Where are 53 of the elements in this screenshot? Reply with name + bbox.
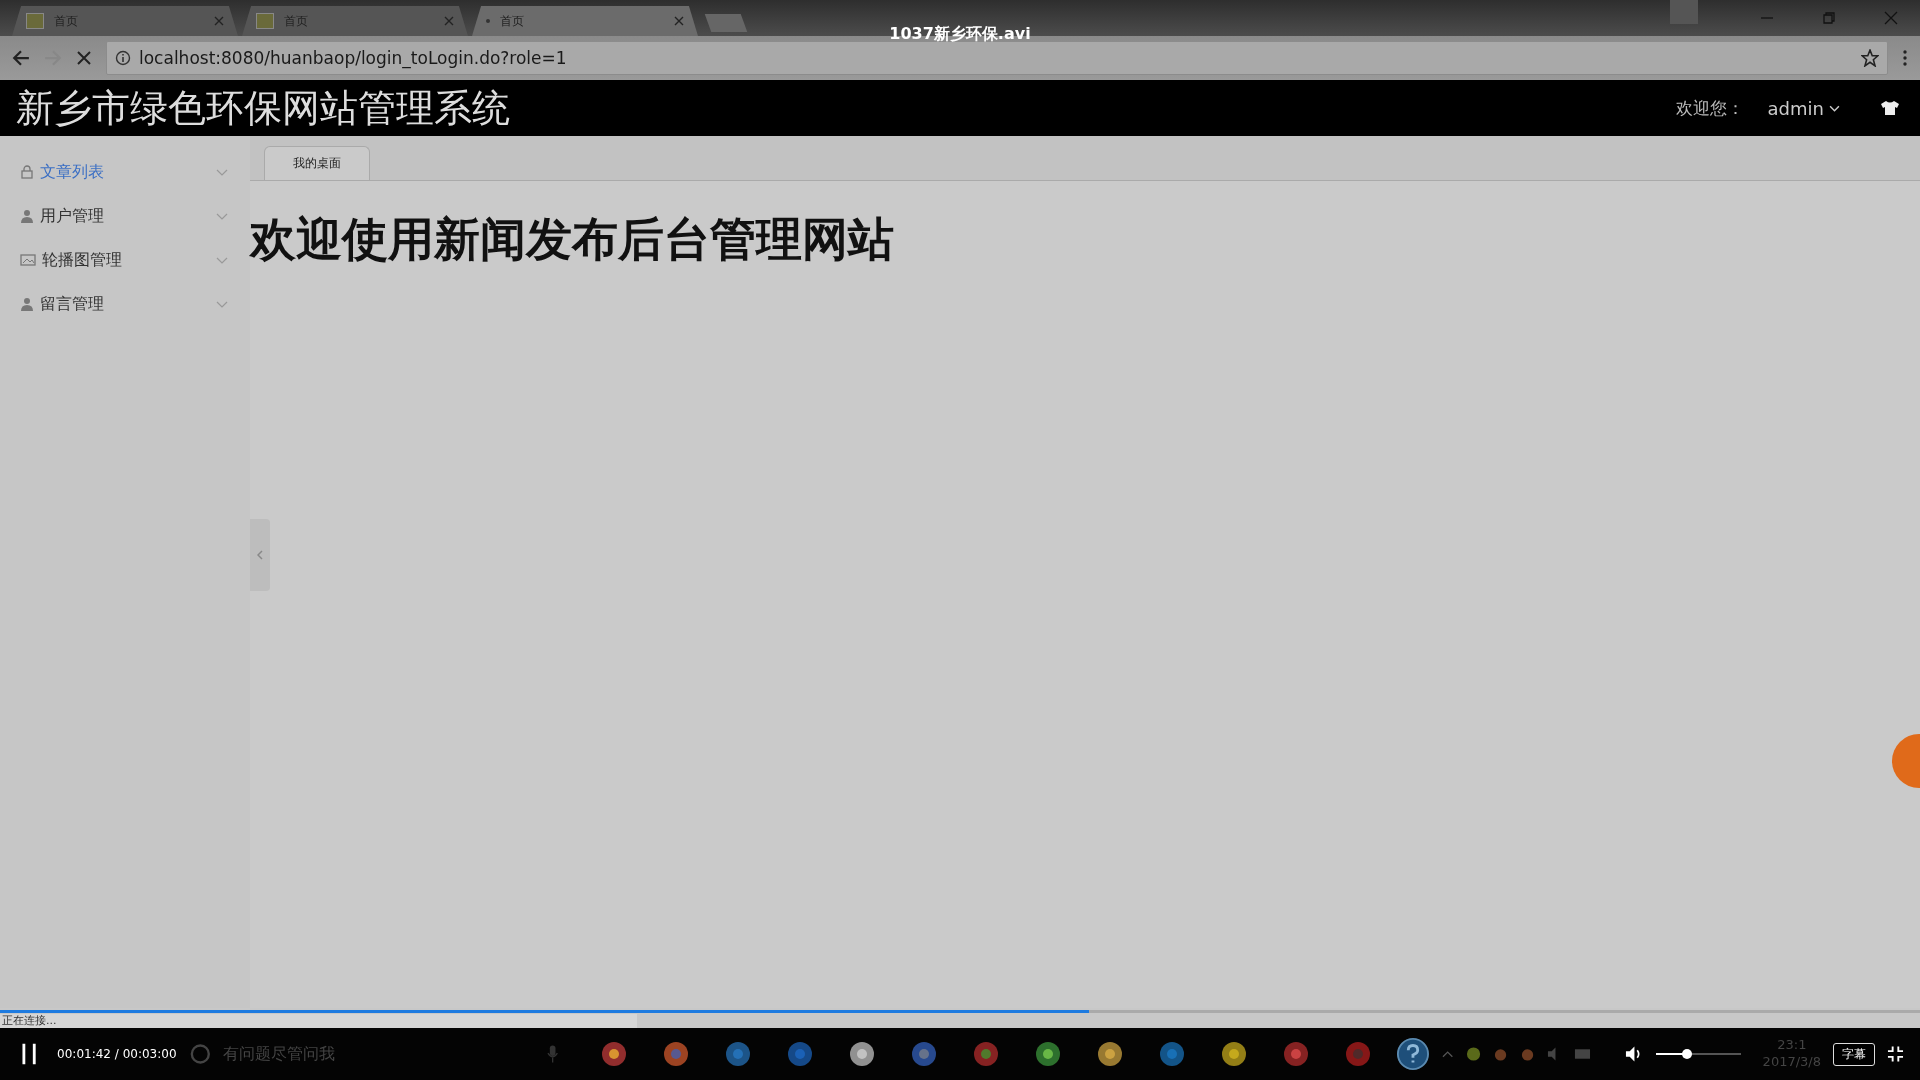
tray-icon[interactable] (1465, 1046, 1481, 1062)
close-icon[interactable] (444, 16, 454, 26)
app-title: 新乡市绿色环保网站管理系统 (16, 84, 510, 132)
close-icon[interactable] (214, 16, 224, 26)
user-icon (20, 297, 34, 311)
star-icon[interactable] (1861, 49, 1879, 67)
page-icon (256, 13, 274, 29)
sidebar-item[interactable]: 用户管理 (0, 194, 250, 238)
sidebar-label: 轮播图管理 (42, 249, 122, 271)
page-icon (26, 13, 44, 29)
chevron-down-icon (216, 256, 228, 264)
clock-date: 2017/3/8 (1762, 1054, 1821, 1071)
user-icon (20, 209, 34, 223)
tray-icon[interactable] (1519, 1046, 1535, 1062)
menu-icon[interactable] (1902, 49, 1908, 67)
lock-icon (20, 165, 34, 179)
chevron-down-icon (216, 300, 228, 308)
round-app-icon[interactable] (1344, 1040, 1373, 1068)
sidebar-label: 留言管理 (40, 293, 104, 315)
welcome-heading: 欢迎使用新闻发布后台管理网站 (250, 211, 895, 268)
dot-icon (486, 19, 490, 23)
chevron-down-icon (216, 212, 228, 220)
close-icon[interactable] (1884, 11, 1898, 25)
pause-icon[interactable] (22, 1042, 38, 1066)
video-progress-bar[interactable] (0, 1010, 1920, 1013)
sidebar-item[interactable]: 留言管理 (0, 282, 250, 326)
sidebar-item[interactable]: 轮播图管理 (0, 238, 250, 282)
page-tab[interactable]: 我的桌面 (264, 146, 370, 180)
restore-icon[interactable] (1822, 11, 1836, 25)
address-field[interactable]: localhost:8080/huanbaop/login_toLogin.do?role=1 (106, 41, 1888, 75)
chevron-down-icon (1829, 104, 1840, 112)
status-text: 正在连接... (0, 1014, 637, 1028)
chevron-down-icon (216, 168, 228, 176)
back-icon[interactable] (12, 49, 30, 67)
welcome-label: 欢迎您： (1675, 96, 1744, 120)
clock-time: 23:1 (1777, 1037, 1807, 1054)
subtitle-button[interactable]: 字幕 (1833, 1042, 1875, 1066)
sidebar-label: 用户管理 (40, 205, 104, 227)
stop-icon[interactable] (76, 50, 92, 66)
shirt-icon[interactable] (1880, 100, 1900, 116)
app-icon[interactable] (724, 1040, 753, 1068)
sidebar-label: 文章列表 (40, 161, 104, 183)
user-menu[interactable]: admin (1767, 97, 1840, 119)
new-tab-button[interactable] (704, 14, 748, 32)
image-icon (20, 254, 36, 266)
close-icon[interactable] (674, 16, 684, 26)
exit-fullscreen-icon[interactable] (1887, 1045, 1904, 1063)
playback-time: 00:01:42 / 00:03:00 (57, 1047, 177, 1061)
collapse-handle[interactable] (250, 519, 270, 591)
help-icon[interactable] (1396, 1036, 1431, 1072)
tray-icon[interactable] (1492, 1046, 1508, 1062)
caret-up-icon[interactable] (1442, 1050, 1454, 1058)
info-icon (115, 50, 131, 66)
